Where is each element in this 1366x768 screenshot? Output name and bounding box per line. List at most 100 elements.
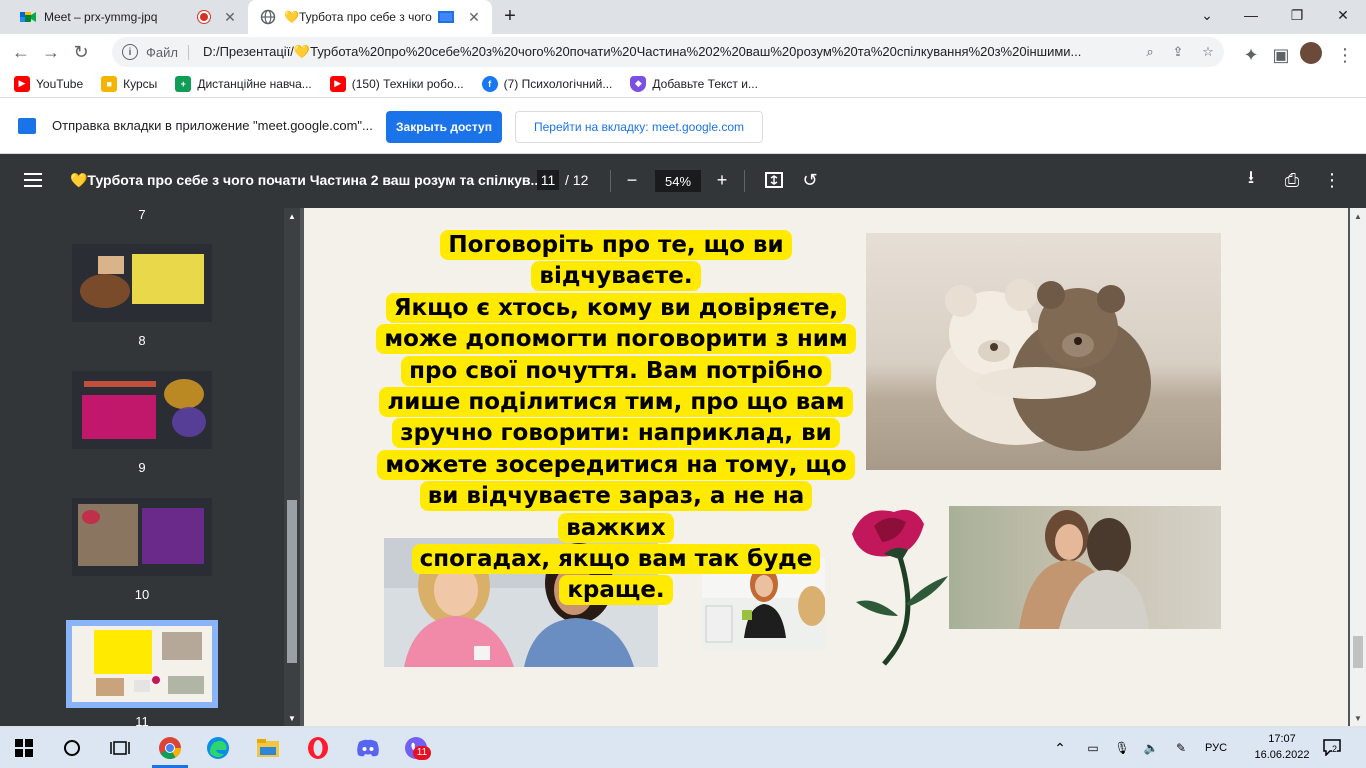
menu-kebab-icon[interactable]: ⋮ bbox=[1330, 40, 1360, 70]
clock[interactable]: 17:07 16.06.2022 bbox=[1254, 731, 1310, 763]
bookmark-label: YouTube bbox=[36, 76, 84, 91]
fit-page-icon[interactable] bbox=[762, 168, 786, 192]
thumbnail-label: 11 bbox=[135, 714, 149, 726]
bookmark-label: (7) Психологічний... bbox=[503, 76, 613, 91]
chrome-icon[interactable] bbox=[158, 736, 182, 760]
scheme-label: Файл bbox=[146, 44, 189, 60]
thumbnail-page-10[interactable] bbox=[72, 498, 212, 576]
thumbnail-page-8[interactable] bbox=[72, 244, 212, 322]
minimize-button[interactable]: — bbox=[1228, 0, 1274, 30]
teddy-bears-photo bbox=[866, 233, 1221, 470]
clock-time: 17:07 bbox=[1268, 733, 1296, 745]
bookmark-star-icon[interactable]: ☆ bbox=[1192, 44, 1224, 60]
notification-icon[interactable]: 2 bbox=[1322, 738, 1346, 758]
facebook-icon: f bbox=[481, 75, 498, 92]
quote-line: Якщо є хтось, кому ви довіряєте, bbox=[385, 292, 847, 323]
thumbnail-label: 7 bbox=[138, 208, 146, 222]
browser-toolbar: ← → ↻ i Файл D:/Презентації/💛Турбота%20п… bbox=[0, 34, 1366, 70]
zoom-level-input[interactable]: 54% bbox=[655, 170, 701, 192]
thumbnail-page-9[interactable] bbox=[72, 371, 212, 449]
quote-line: відчуваєте. bbox=[531, 261, 701, 292]
tab-sharing-infobar: Отправка вкладки в приложение "meet.goog… bbox=[0, 98, 1366, 154]
battery-icon[interactable]: ▭ bbox=[1078, 741, 1108, 755]
thumbnail-label: 8 bbox=[138, 333, 146, 348]
more-options-icon[interactable]: ⋮ bbox=[1320, 168, 1344, 192]
file-explorer-icon[interactable] bbox=[256, 736, 280, 760]
url-text: D:/Презентації/💛Турбота%20про%20себе%20з… bbox=[202, 44, 1082, 59]
classroom-icon: ■ bbox=[101, 75, 118, 92]
zoom-search-icon[interactable]: ⌕ bbox=[1136, 44, 1164, 60]
maximize-button[interactable]: ❐ bbox=[1274, 0, 1320, 30]
youtube-icon: ▶ bbox=[14, 75, 30, 92]
bookmark-item[interactable]: ◆ Добавьте Текст и... bbox=[630, 75, 758, 92]
bookmark-label: (150) Техніки робо... bbox=[351, 76, 464, 91]
google-meet-icon bbox=[20, 9, 36, 25]
bookmark-label: Добавьте Текст и... bbox=[652, 76, 758, 91]
side-panel-icon[interactable]: ▣ bbox=[1266, 40, 1296, 70]
profile-avatar[interactable] bbox=[1300, 42, 1322, 64]
quote-line: можете зосередитися на тому, що bbox=[377, 449, 855, 480]
stop-sharing-button[interactable]: Закрыть доступ bbox=[386, 111, 502, 143]
rotate-icon[interactable]: ↺ bbox=[798, 168, 822, 192]
task-view-icon[interactable] bbox=[108, 736, 132, 760]
extensions-puzzle-icon[interactable]: ✦ bbox=[1236, 40, 1266, 70]
quote-line: може допомогти поговорити з ним bbox=[376, 324, 856, 355]
quote-line: лише поділитися тим, про що вам bbox=[379, 387, 853, 418]
quote-line: спогадах, якщо вам так буде краще. bbox=[411, 544, 821, 606]
volume-icon[interactable]: 🔈 bbox=[1136, 741, 1166, 755]
print-icon[interactable]: ⎙ bbox=[1280, 168, 1304, 192]
input-language[interactable]: РУС bbox=[1196, 742, 1236, 754]
page-number-input[interactable]: 11 bbox=[537, 170, 559, 190]
quote-line: про свої почуття. Вам потрібно bbox=[401, 355, 831, 386]
divider bbox=[610, 170, 611, 192]
tab-presentation[interactable]: 💛Турбота про себе з чого ✕ bbox=[248, 0, 492, 34]
slide-quote-text: Поговоріть про те, що ви відчуваєте. Якщ… bbox=[376, 230, 856, 607]
shield-icon: ◆ bbox=[630, 75, 647, 92]
share-icon[interactable]: ⇪ bbox=[1164, 44, 1192, 60]
info-icon[interactable]: i bbox=[122, 44, 138, 60]
close-window-button[interactable]: ✕ bbox=[1320, 0, 1366, 30]
bookmark-item[interactable]: ▶ (150) Техніки робо... bbox=[329, 75, 464, 92]
download-icon[interactable]: ⭳ bbox=[1239, 167, 1263, 192]
pen-icon[interactable]: ✎ bbox=[1166, 741, 1196, 755]
reload-icon[interactable]: ↻ bbox=[66, 37, 96, 67]
show-hidden-icons-icon[interactable]: ⌃ bbox=[1050, 740, 1070, 757]
clock-date: 16.06.2022 bbox=[1254, 749, 1310, 761]
bookmarks-bar: ▶ YouTube ■ Курсы + Дистанційне навча... ▶ (… bbox=[0, 70, 1366, 98]
notification-count: 2 bbox=[1332, 744, 1338, 754]
search-circle-icon[interactable] bbox=[60, 736, 84, 760]
address-bar[interactable]: i Файл D:/Презентації/💛Турбота%20про%20с… bbox=[112, 37, 1224, 67]
content-scroll-thumb[interactable] bbox=[1353, 636, 1363, 668]
bookmark-item[interactable]: f (7) Психологічний... bbox=[481, 75, 613, 92]
sidebar-scroll-thumb[interactable] bbox=[287, 500, 297, 663]
cross-icon: + bbox=[175, 75, 192, 92]
discord-icon[interactable] bbox=[356, 736, 380, 760]
close-tab-icon[interactable]: ✕ bbox=[220, 9, 240, 26]
zoom-in-icon[interactable]: + bbox=[710, 168, 734, 192]
tab-meet[interactable]: Meet – prx-ymmg-jpq ✕ bbox=[8, 0, 248, 34]
hamburger-menu-icon[interactable] bbox=[24, 173, 42, 187]
windows-taskbar: 11 ⌃ ▭ 🎙 🔈 ✎ РУС 17:07 16.06.2022 2 bbox=[0, 728, 1366, 768]
tab-title: Meet – prx-ymmg-jpq bbox=[44, 10, 158, 24]
forward-arrow-icon[interactable]: → bbox=[36, 37, 66, 67]
switch-to-tab-button[interactable]: Перейти на вкладку: meet.google.com bbox=[515, 111, 763, 143]
quote-line: ви відчуваєте зараз, а не на важких bbox=[419, 481, 813, 543]
tab-search-icon[interactable]: ⌄ bbox=[1184, 0, 1230, 30]
microphone-icon[interactable]: 🎙 bbox=[1108, 741, 1136, 755]
opera-icon[interactable] bbox=[306, 736, 330, 760]
bookmark-item[interactable]: + Дистанційне навча... bbox=[175, 75, 312, 92]
bookmark-item[interactable]: ▶ YouTube bbox=[14, 75, 84, 92]
edge-icon[interactable] bbox=[206, 736, 230, 760]
bookmark-item[interactable]: ■ Курсы bbox=[101, 75, 157, 92]
back-arrow-icon[interactable]: ← bbox=[6, 37, 36, 67]
youtube-icon: ▶ bbox=[329, 75, 346, 92]
screen-share-icon bbox=[438, 11, 454, 23]
thumbnail-page-11[interactable] bbox=[66, 620, 218, 708]
close-tab-icon[interactable]: ✕ bbox=[464, 9, 484, 26]
new-tab-button[interactable]: + bbox=[498, 5, 522, 28]
divider bbox=[744, 170, 745, 192]
windows-start-icon[interactable] bbox=[12, 736, 36, 760]
red-rose-image bbox=[844, 504, 952, 668]
zoom-out-icon[interactable]: − bbox=[620, 168, 644, 192]
bookmark-label: Дистанційне навча... bbox=[197, 76, 312, 91]
